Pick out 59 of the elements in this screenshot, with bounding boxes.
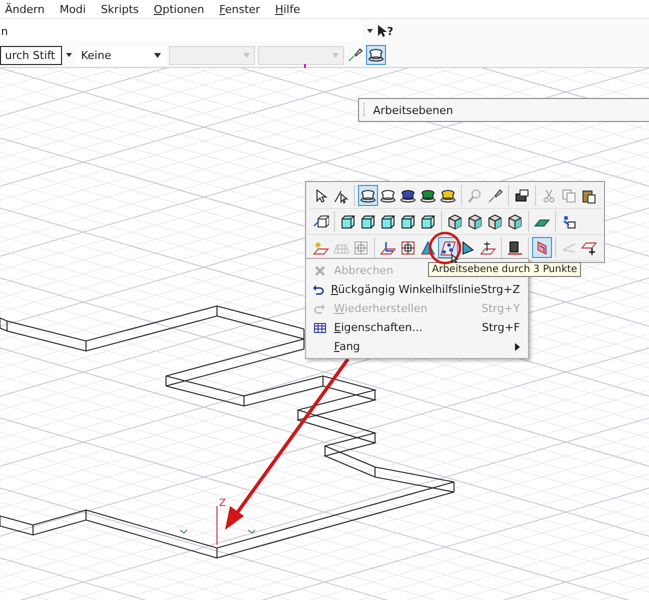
copy-icon (561, 188, 577, 204)
dropdown-arrow-icon (154, 52, 161, 58)
figure-icon (561, 214, 577, 230)
cube-icon (313, 214, 329, 230)
menu-item[interactable]: Optionen (154, 2, 204, 16)
cube-icon (507, 214, 523, 230)
cube-icon (400, 214, 416, 230)
menu-item[interactable]: Modi (60, 2, 86, 16)
pen-icon (347, 47, 363, 63)
dropdown-arrow-icon (332, 52, 339, 58)
printer-icon (514, 188, 530, 204)
cup-icon (368, 47, 384, 63)
magnifier-icon (467, 188, 483, 204)
dropdown-arrow-icon[interactable] (65, 52, 73, 58)
menu-item[interactable]: Rückgängig WinkelhilfslinieStrg+Z (306, 280, 528, 299)
tool-button[interactable] (438, 237, 458, 258)
tooltip: Arbeitsebene durch 3 Punkte (428, 262, 582, 277)
axis-label: Z (218, 496, 232, 508)
cube-icon (447, 214, 463, 230)
redo-icon (314, 302, 326, 314)
scissors-icon (541, 188, 557, 204)
wedge-icon (460, 240, 476, 256)
plane-icon (581, 240, 597, 256)
cube-icon (380, 214, 396, 230)
axis-indicator-icon (180, 506, 256, 546)
layer-button[interactable] (366, 45, 386, 65)
dropdown-field[interactable]: Keine (76, 46, 166, 64)
plane-icon (313, 240, 329, 256)
dropdown-arrow-icon (243, 52, 250, 58)
menu-item[interactable]: Fenster (219, 2, 260, 16)
plane-icon (480, 240, 496, 256)
pyramid-icon (420, 240, 436, 256)
cube-icon (467, 214, 483, 230)
cube-icon (420, 214, 436, 230)
highlight-circle (428, 232, 462, 264)
plane-icon (440, 240, 456, 256)
table-icon (314, 322, 326, 334)
grid-icon (400, 240, 416, 256)
menu-item[interactable]: Fang (306, 337, 528, 356)
help-button[interactable]: ? (377, 24, 394, 38)
cube-icon (487, 214, 503, 230)
panel-title: Arbeitsebenen (373, 104, 454, 116)
dropdown-arrow-icon[interactable] (366, 28, 374, 34)
cube-icon (360, 214, 376, 230)
book-icon (507, 240, 523, 256)
command-field[interactable]: n (0, 21, 362, 41)
submenu-arrow-icon (515, 342, 520, 350)
cube-icon (340, 214, 356, 230)
close-icon (314, 264, 326, 276)
menu-item[interactable]: Ändern (5, 2, 45, 16)
pen-icon (487, 188, 503, 204)
undo-icon (312, 284, 324, 296)
dropdown-field[interactable]: urch Stift (0, 46, 62, 64)
menu-item[interactable]: Skripts (100, 2, 139, 16)
paste-icon (581, 188, 597, 204)
plane-icon (380, 240, 396, 256)
grid-icon (353, 240, 369, 256)
menu-item[interactable]: Eigenschaften... Strg+F (306, 318, 528, 337)
menu-item[interactable]: Hilfe (275, 2, 300, 16)
